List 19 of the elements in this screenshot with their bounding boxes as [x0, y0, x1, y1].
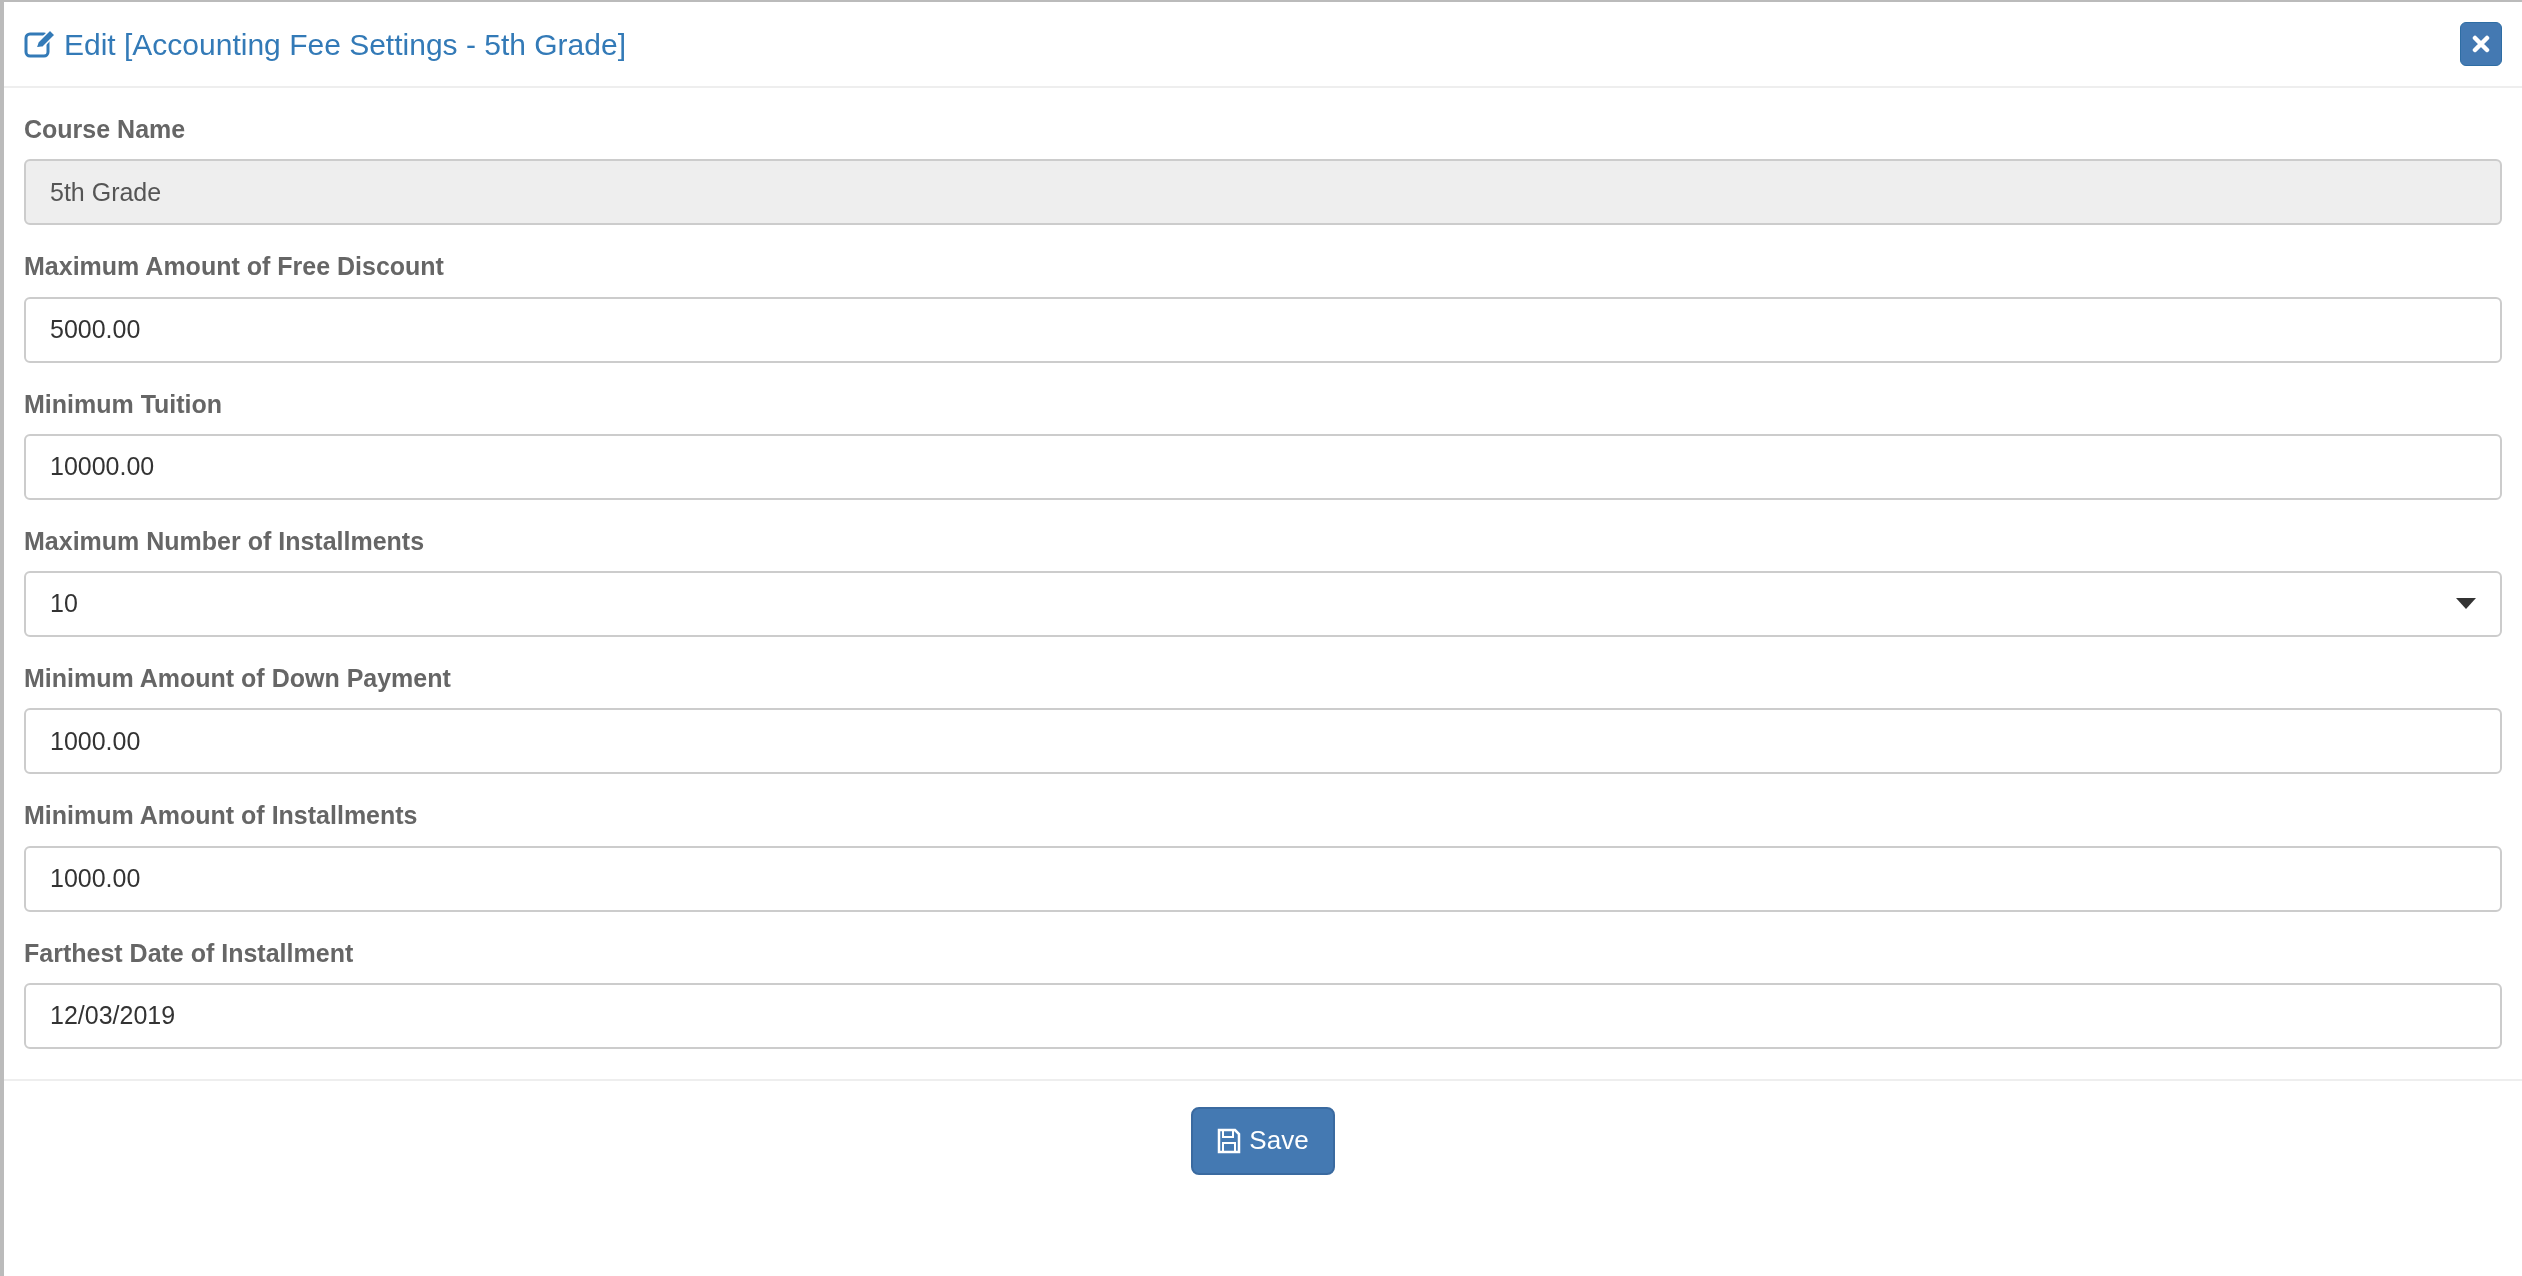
input-field[interactable]: 10000.00 [24, 433, 2502, 500]
input-field[interactable]: 1000.00 [24, 845, 2502, 912]
input-field[interactable]: 1000.00 [24, 708, 2502, 775]
close-icon [2472, 35, 2490, 53]
field-label: Minimum Tuition [24, 388, 224, 420]
field-label: Maximum Amount of Free Discount [24, 251, 445, 283]
input-field[interactable]: 5000.00 [24, 296, 2502, 363]
save-button[interactable]: Save [1191, 1106, 1335, 1175]
field-label: Farthest Date of Installment [24, 937, 355, 969]
close-button[interactable] [2460, 22, 2502, 66]
edit-icon [24, 29, 56, 59]
dialog-title: Edit [Accounting Fee Settings - 5th Grade] [64, 26, 626, 63]
field-label: Maximum Number of Installments [24, 525, 426, 557]
field-label: Course Name [24, 114, 187, 145]
dropdown-field[interactable]: 10 [24, 571, 2502, 637]
input-field[interactable]: 12/03/2019 [24, 982, 2502, 1049]
field-label: Minimum Amount of Installments [24, 800, 419, 832]
field-label: Minimum Amount of Down Payment [24, 663, 452, 694]
caret-down-icon [2456, 598, 2476, 610]
